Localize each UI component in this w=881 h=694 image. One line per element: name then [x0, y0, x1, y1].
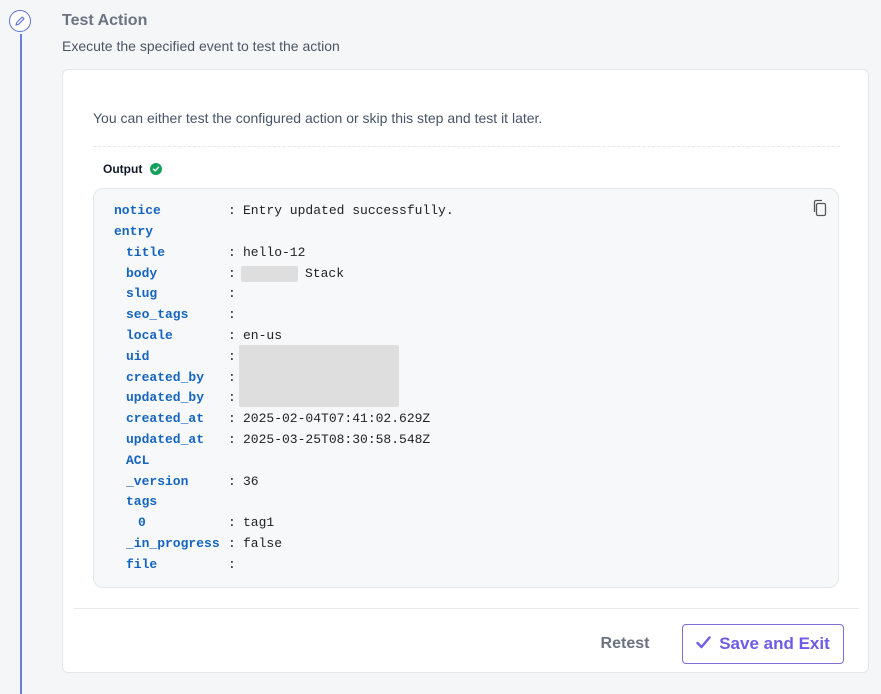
- output-key: tags: [126, 494, 158, 509]
- output-key: notice: [114, 203, 161, 218]
- output-key: created_at: [126, 411, 205, 426]
- output-row-file: file :: [94, 555, 838, 575]
- output-value: hello-12: [243, 245, 306, 260]
- output-key: body: [126, 266, 158, 281]
- output-key: _version: [126, 474, 189, 489]
- timeline-line: [20, 34, 22, 694]
- output-value: 2025-03-25T08:30:58.548Z: [243, 432, 431, 447]
- footer-divider: [73, 608, 859, 609]
- output-value: 36: [243, 474, 259, 489]
- output-key: _in_progress: [126, 536, 220, 551]
- test-action-card: You can either test the configured actio…: [62, 69, 869, 673]
- redacted-value: [241, 266, 298, 282]
- output-value: Entry updated successfully.: [243, 203, 454, 218]
- output-row-body: body : Stack: [94, 264, 838, 284]
- output-value: en-us: [243, 328, 283, 343]
- output-key: file: [126, 557, 158, 572]
- output-key: slug: [126, 286, 158, 301]
- output-header: Output: [103, 162, 163, 176]
- output-key: entry: [114, 224, 154, 239]
- output-label: Output: [103, 162, 143, 176]
- output-row-seo-tags: seo_tags :: [94, 305, 838, 325]
- output-panel: notice : Entry updated successfully. ent…: [93, 188, 839, 588]
- output-row-tag-0: 0 : tag1: [94, 513, 838, 533]
- output-value: false: [243, 536, 283, 551]
- output-row-updated-at: updated_at : 2025-03-25T08:30:58.548Z: [94, 430, 838, 450]
- output-value: 2025-02-04T07:41:02.629Z: [243, 411, 431, 426]
- output-row-title: title : hello-12: [94, 243, 838, 263]
- step-subtitle: Execute the specified event to test the …: [62, 38, 340, 54]
- output-key: seo_tags: [126, 307, 189, 322]
- output-row-in-progress: _in_progress : false: [94, 534, 838, 554]
- output-value: tag1: [243, 515, 275, 530]
- output-row-version: _version : 36: [94, 472, 838, 492]
- step-title: Test Action: [62, 12, 148, 29]
- output-row-entry: entry: [94, 222, 838, 242]
- output-row-uid: uid :: [94, 347, 838, 367]
- output-key: ACL: [126, 453, 150, 468]
- output-key: locale: [126, 328, 173, 343]
- intro-text: You can either test the configured actio…: [93, 110, 543, 126]
- retest-button[interactable]: Retest: [583, 624, 667, 664]
- output-row-created-at: created_at : 2025-02-04T07:41:02.629Z: [94, 409, 838, 429]
- output-row-tags: tags: [94, 492, 838, 512]
- checkmark-icon: [696, 634, 711, 654]
- output-key: title: [126, 245, 166, 260]
- redacted-ids: [239, 345, 399, 407]
- output-row-updated-by: updated_by :: [94, 388, 838, 408]
- output-row-acl: ACL: [94, 451, 838, 471]
- check-circle-icon: [150, 163, 163, 175]
- output-row-slug: slug :: [94, 284, 838, 304]
- output-key: 0: [138, 515, 146, 530]
- output-key: created_by: [126, 370, 205, 385]
- output-key: updated_at: [126, 432, 205, 447]
- output-row-notice: notice : Entry updated successfully.: [94, 201, 838, 221]
- output-key: updated_by: [126, 390, 205, 405]
- save-and-exit-button[interactable]: Save and Exit: [682, 624, 844, 664]
- output-row-locale: locale : en-us: [94, 326, 838, 346]
- output-key: uid: [126, 349, 150, 364]
- divider: [93, 146, 840, 147]
- output-value: Stack: [305, 266, 345, 281]
- output-row-created-by: created_by :: [94, 368, 838, 388]
- save-and-exit-label: Save and Exit: [719, 634, 830, 653]
- pencil-icon: [9, 10, 31, 32]
